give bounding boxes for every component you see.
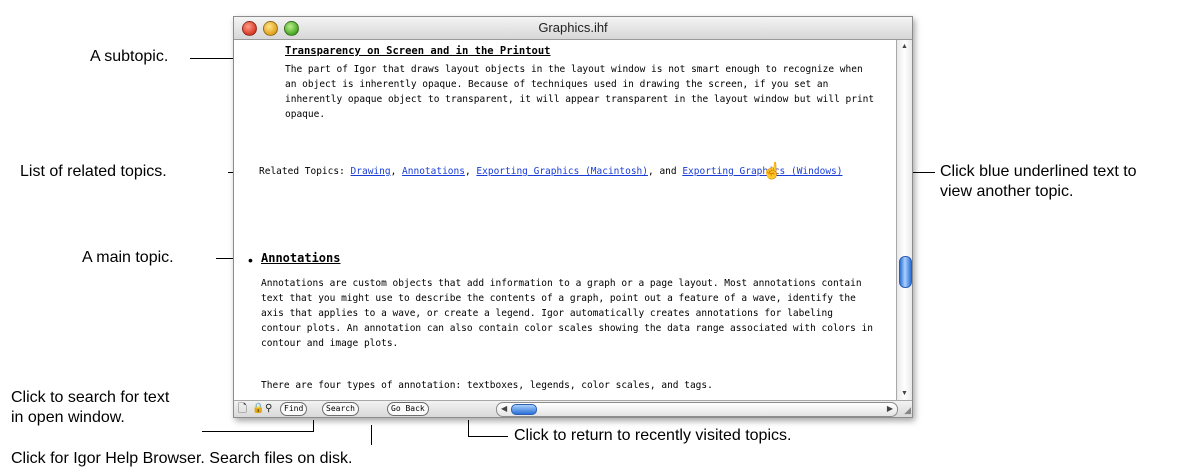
callout-search-text-1: Click to search for text — [11, 389, 170, 406]
scroll-left-arrow-icon[interactable]: ◀ — [501, 402, 507, 416]
related-separator: , — [390, 166, 403, 177]
scroll-up-arrow-icon[interactable]: ▲ — [897, 40, 912, 54]
scroll-right-arrow-icon[interactable]: ▶ — [887, 402, 893, 416]
callout-blue-text-1: Click blue underlined text to — [940, 163, 1137, 180]
hand-pointer-icon: ☝ — [762, 163, 782, 180]
link-annotations[interactable]: Annotations — [402, 166, 465, 177]
title-bar[interactable]: Graphics.ihf — [234, 17, 912, 40]
magnifier-icon[interactable]: ⚲ — [265, 402, 272, 416]
callout-search-text-2: in open window. — [11, 409, 125, 426]
callout-subtopic: A subtopic. — [90, 48, 169, 65]
callout-blue-text-2: view another topic. — [940, 183, 1074, 200]
horizontal-scroll-thumb[interactable] — [511, 404, 537, 415]
leader-line-search — [371, 425, 372, 445]
document-icon[interactable]: 🗋 — [238, 402, 247, 416]
main-topic-paragraph: Annotations are custom objects that add … — [261, 278, 873, 349]
leader-line-go-back-vertical — [468, 420, 469, 437]
resize-grip-icon[interactable]: ◢ — [904, 405, 911, 416]
subtopic-heading: Transparency on Screen and in the Printo… — [285, 45, 551, 57]
leader-line-go-back — [468, 436, 508, 437]
related-separator: , — [464, 166, 477, 177]
main-topic-bullet: • — [248, 252, 253, 268]
status-bar: 🗋 🔒 ⚲ Find Search Go Back ◀ ▶ ◢ — [234, 400, 912, 417]
subtopic-paragraph: The part of Igor that draws layout objec… — [285, 64, 875, 120]
help-content: Transparency on Screen and in the Printo… — [234, 40, 897, 401]
window-title: Graphics.ihf — [538, 20, 608, 35]
search-button[interactable]: Search — [322, 402, 359, 416]
related-topics: Related Topics: Drawing, Annotations, Ex… — [259, 164, 879, 179]
callout-related-topics: List of related topics. — [20, 163, 167, 180]
callout-main-topic: A main topic. — [82, 249, 174, 266]
go-back-button[interactable]: Go Back — [387, 402, 429, 416]
callout-go-back: Click to return to recently visited topi… — [514, 427, 792, 444]
scroll-down-arrow-icon[interactable]: ▼ — [897, 387, 912, 401]
lock-icon[interactable]: 🔒 — [252, 402, 264, 416]
leader-line-find-vertical — [313, 420, 314, 432]
related-and: , and — [648, 166, 683, 177]
help-window: Graphics.ihf Transparency on Screen and … — [233, 16, 913, 418]
link-exporting-graphics-macintosh[interactable]: Exporting Graphics (Macintosh) — [476, 166, 648, 177]
related-topics-label: Related Topics: — [259, 166, 345, 177]
callout-help-browser: Click for Igor Help Browser. Search file… — [11, 450, 353, 467]
link-drawing[interactable]: Drawing — [351, 166, 391, 177]
leader-line-find — [202, 431, 314, 432]
find-button[interactable]: Find — [280, 402, 308, 416]
vertical-scrollbar[interactable]: ▲ ▼ — [896, 40, 912, 401]
horizontal-scrollbar[interactable]: ◀ ▶ — [496, 402, 898, 417]
vertical-scroll-thumb[interactable] — [899, 256, 912, 288]
main-topic-heading: Annotations — [261, 251, 341, 265]
main-topic-paragraph-2: There are four types of annotation: text… — [261, 380, 713, 391]
